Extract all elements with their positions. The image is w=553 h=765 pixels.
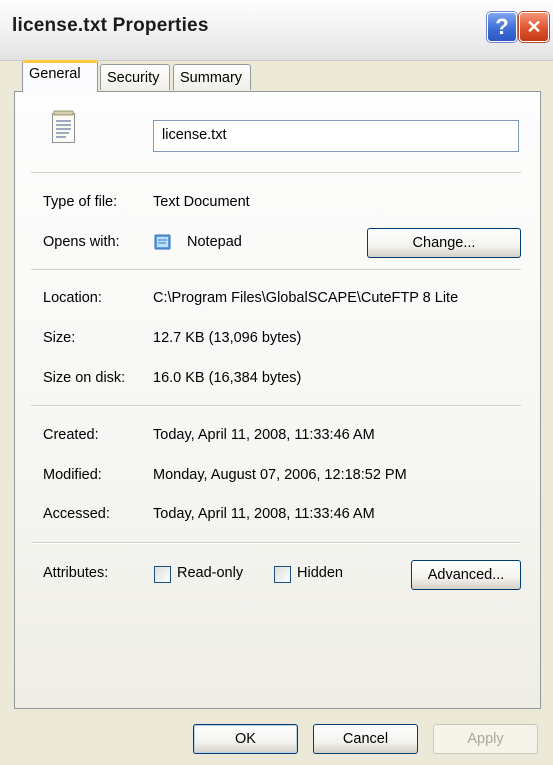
created-value: Today, April 11, 2008, 11:33:46 AM	[153, 427, 375, 443]
tab-summary-label: Summary	[180, 70, 243, 86]
type-label: Type of file:	[43, 194, 118, 210]
title-bar[interactable]: license.txt Properties ? ✕	[0, 0, 553, 61]
filename-value: license.txt	[162, 127, 227, 143]
help-button[interactable]: ?	[487, 12, 517, 42]
cancel-button[interactable]: Cancel	[313, 724, 418, 754]
size-on-disk-label: Size on disk:	[43, 370, 126, 386]
hidden-checkbox[interactable]	[274, 566, 291, 583]
general-panel: license.txt Type of file: Text Document …	[14, 91, 541, 709]
readonly-checkbox[interactable]	[154, 566, 171, 583]
tab-security[interactable]: Security	[100, 64, 170, 90]
advanced-button[interactable]: Advanced...	[411, 560, 521, 590]
modified-label: Modified:	[43, 467, 102, 483]
created-label: Created:	[43, 427, 99, 443]
tab-summary[interactable]: Summary	[173, 64, 251, 90]
tab-security-label: Security	[107, 70, 160, 86]
advanced-button-label: Advanced...	[427, 567, 505, 583]
separator	[31, 542, 521, 544]
apply-button[interactable]: Apply	[433, 724, 538, 754]
change-button-label: Change...	[412, 235, 476, 251]
hidden-label[interactable]: Hidden	[297, 565, 343, 581]
close-icon: ✕	[526, 16, 542, 37]
location-label: Location:	[43, 290, 102, 306]
cancel-button-label: Cancel	[342, 731, 389, 747]
tab-general[interactable]: General	[22, 60, 98, 92]
opens-with-value: Notepad	[187, 234, 242, 250]
text-file-icon	[52, 110, 75, 143]
size-on-disk-value: 16.0 KB (16,384 bytes)	[153, 370, 302, 386]
modified-value: Monday, August 07, 2006, 12:18:52 PM	[153, 467, 407, 483]
ok-button-label: OK	[235, 731, 256, 747]
window-title: license.txt Properties	[12, 15, 209, 36]
separator	[31, 405, 521, 407]
opens-with-label: Opens with:	[43, 234, 120, 250]
notepad-icon	[154, 234, 171, 250]
accessed-label: Accessed:	[43, 506, 110, 522]
size-value: 12.7 KB (13,096 bytes)	[153, 330, 302, 346]
separator	[31, 172, 521, 174]
readonly-label[interactable]: Read-only	[177, 565, 243, 581]
help-icon: ?	[495, 14, 509, 39]
location-value: C:\Program Files\GlobalSCAPE\CuteFTP 8 L…	[153, 290, 459, 306]
separator	[31, 269, 521, 271]
apply-button-label: Apply	[467, 731, 504, 747]
accessed-value: Today, April 11, 2008, 11:33:46 AM	[153, 506, 375, 522]
change-button[interactable]: Change...	[367, 228, 521, 258]
type-value: Text Document	[153, 194, 250, 210]
attributes-label: Attributes:	[43, 565, 109, 581]
size-label: Size:	[43, 330, 76, 346]
tab-general-label: General	[29, 66, 81, 82]
filename-field[interactable]: license.txt	[153, 120, 519, 152]
ok-button[interactable]: OK	[193, 724, 298, 754]
close-button[interactable]: ✕	[519, 12, 549, 42]
